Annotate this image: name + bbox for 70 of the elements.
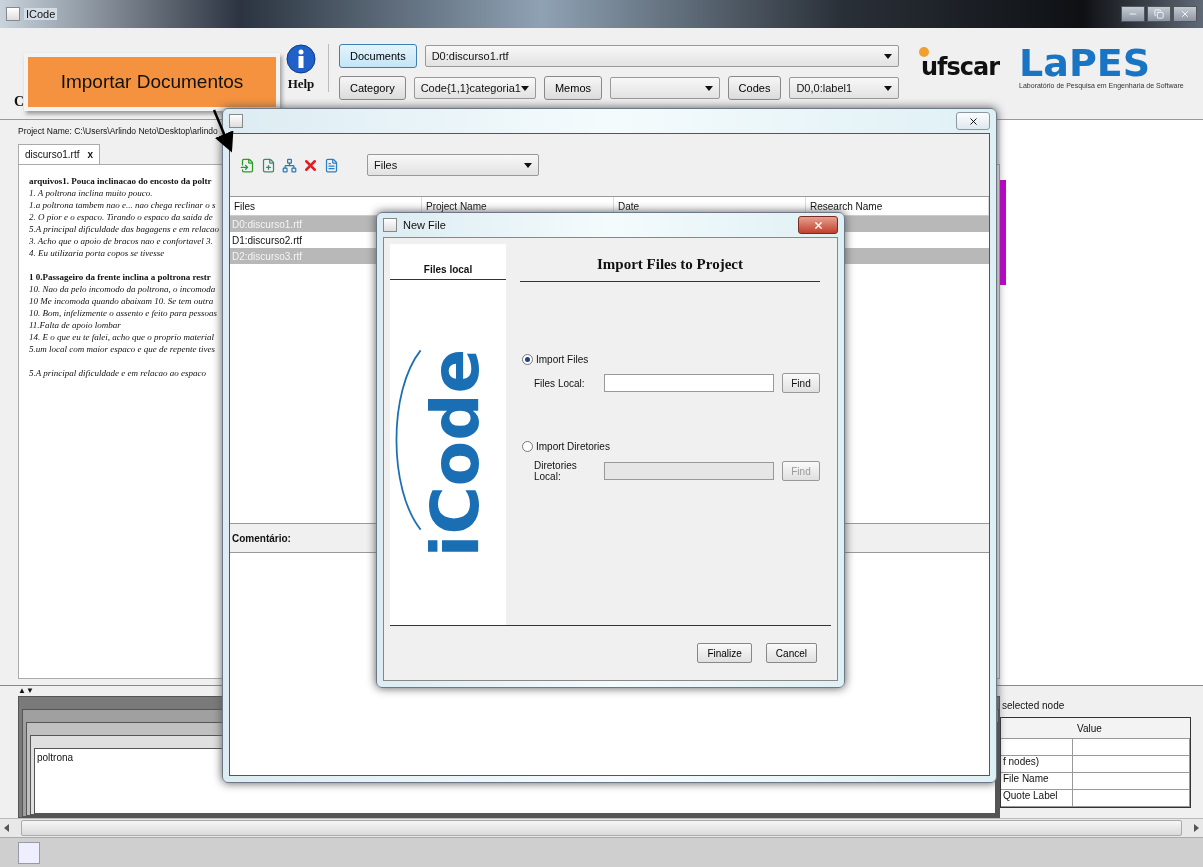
document-text-line: 2. O pior e o espaco. Tirando o espaco da saida de [29,211,213,223]
document-text-line: 1.a poltrona tambem nao e... nao chega reclinar o s [29,199,216,211]
dialog-button[interactable]: Cancel [765,643,817,663]
university-logo: ufscar [921,52,1000,81]
side-label: Files local [390,264,506,280]
callout-label: Importar Documentos [28,57,276,107]
tree-window-icon[interactable] [18,841,40,864]
field-label: Diretories Local: [534,460,578,482]
close-icon [1180,9,1190,19]
properties-title: selected node [1001,700,1066,713]
document-text-line: 11.Falta de apoio lombar [29,319,121,331]
toolbar-button[interactable]: Category [339,76,406,100]
table-cell [1001,739,1073,756]
document-text-line: 10. Bom, infelizmente o assento e feito para pessoas [29,307,217,319]
dialog-heading: Import Files to Project [520,256,820,282]
document-text-line: arquivos1. Pouca inclinacao do encosto da poltr [29,175,212,187]
lab-logo: LaPES [1019,44,1151,82]
dropdown[interactable]: Code{1,1}categoria1 [413,77,536,99]
property-name: File Name [1001,773,1073,790]
property-name: Quote Label [1001,790,1073,807]
restore-icon [1154,9,1164,19]
document-text-line: 5.um local com maior espaco e que de repente tives [29,343,216,355]
document-text-line: 10 Me incomoda quando abaixam 10. Se tem outra [29,295,214,307]
close-button[interactable] [798,216,838,234]
network-icon[interactable] [280,156,298,174]
help-label: Help [287,76,315,92]
restore-button[interactable] [1147,6,1171,22]
radio-label: Import Diretories [536,441,610,452]
dialog-button[interactable]: Finalize [697,643,752,663]
toolbar-button[interactable]: Codes [727,76,782,100]
path-field[interactable] [604,374,774,392]
document-text-line: 1 0.Passageiro da frente inclina a poltrona restr [29,271,211,283]
radio-label: Import Files [536,354,589,365]
close-icon [812,219,824,231]
column-header: Value [1073,718,1190,739]
document-text-line: 14. E o que eu te falei, acho que o proprio material [29,331,214,343]
import-file-icon[interactable] [238,156,256,174]
document-text-line: 4. Eu utilizaria porta copos se tivesse [29,247,165,259]
dropdown[interactable]: D0,0:label1 [789,77,899,99]
toolbar-button[interactable]: Memos [543,76,602,100]
find-button[interactable]: Find [782,373,820,393]
dropdown[interactable]: D0:discurso1.rtf [424,45,899,67]
info-icon[interactable] [286,44,316,74]
close-button[interactable] [956,112,990,130]
minimize-button[interactable] [1121,6,1145,22]
window-title: ICode [24,8,58,20]
document-text-line: 1. A poltrona inclina muito pouco. [29,187,153,199]
toolbar-button[interactable]: Documents [339,44,417,68]
splitter-arrows[interactable]: ▲▼ [18,686,34,696]
radio-button[interactable] [522,354,533,365]
scrollbar-thumb[interactable] [21,820,1182,836]
ball-icon [919,46,929,57]
comment-label: Comentário: [232,532,291,544]
dialog-title: New File [403,219,446,231]
project-path: Project Name: C:\Users\Arlindo Neto\Desktop\arlindo [18,126,218,136]
tab-close-icon[interactable]: x [87,149,94,160]
dropdown[interactable] [610,77,720,99]
view-dropdown[interactable]: Files [367,154,539,176]
property-name: f nodes) [1001,756,1073,773]
document-text-line: 5.A principal dificuldade e em relacao ao espaco [29,367,206,379]
document-text-line: 10. Nao da pelo incomodo da poltrona, o incomoda [29,283,216,295]
node-label: poltrona [37,752,74,763]
app-logo: iCode [418,327,490,578]
field-label: Files Local: [534,377,586,389]
document-text-line: 3. Acho que o apoio de bracos nao e confortavel 3. [29,235,213,247]
close-button[interactable] [1173,6,1197,22]
document-text-line: 5.A principal dificuldade das bagagens e em relacao [29,223,219,235]
document-tab[interactable]: discurso1.rtf x [18,144,101,164]
close-icon [967,115,979,127]
toolbar-label: C [14,94,25,110]
